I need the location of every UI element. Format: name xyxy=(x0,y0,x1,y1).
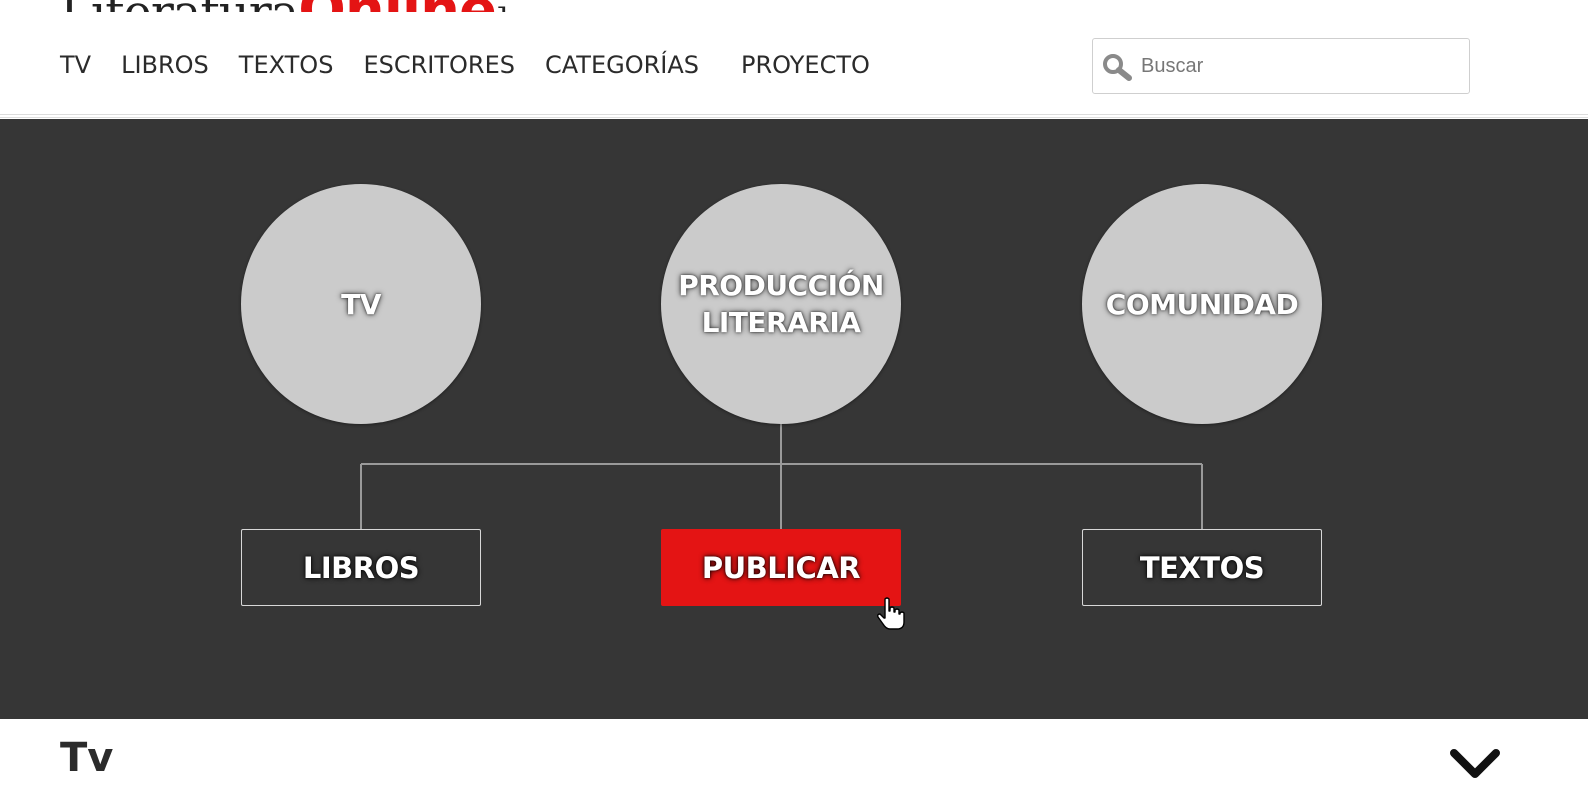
circle-produccion-label: PRODUCCIÓN LITERARIA xyxy=(678,267,884,341)
textos-button[interactable]: TEXTOS xyxy=(1082,529,1322,606)
publicar-button-label: PUBLICAR xyxy=(701,550,861,585)
circle-produccion-label-line1: PRODUCCIÓN xyxy=(678,269,884,302)
nav-item-categorias[interactable]: CATEGORÍAS xyxy=(545,51,699,79)
search-box xyxy=(1092,38,1470,94)
circle-comunidad-label: COMUNIDAD xyxy=(1105,287,1299,321)
nav-item-textos[interactable]: TEXTOS xyxy=(239,51,334,79)
section-title: Tv xyxy=(60,735,114,781)
libros-button[interactable]: LIBROS xyxy=(241,529,481,606)
libros-button-label: LIBROS xyxy=(302,550,420,585)
circle-comunidad[interactable]: COMUNIDAD xyxy=(1082,184,1322,424)
site-logo[interactable]: LiteraturaOnline] xyxy=(60,0,508,12)
circle-produccion-label-line2: LITERARIA xyxy=(701,306,861,339)
nav-item-escritores[interactable]: ESCRITORES xyxy=(363,51,515,79)
logo-mark: ] xyxy=(496,2,508,12)
nav-item-proyecto[interactable]: PROYECTO xyxy=(741,51,870,79)
nav-item-tv[interactable]: TV xyxy=(60,51,91,79)
main-nav: TV LIBROS TEXTOS ESCRITORES CATEGORÍAS P… xyxy=(60,51,900,79)
hero-section: TV PRODUCCIÓN LITERARIA COMUNIDAD LIBROS … xyxy=(0,119,1588,719)
logo-text-red: Online xyxy=(298,0,497,12)
logo-text-dark: Literatura xyxy=(60,0,299,12)
textos-button-label: TEXTOS xyxy=(1139,550,1265,585)
nav-item-libros[interactable]: LIBROS xyxy=(121,51,209,79)
hand-cursor-icon xyxy=(877,597,905,630)
search-icon[interactable] xyxy=(1101,52,1135,82)
publicar-button[interactable]: PUBLICAR xyxy=(661,529,901,606)
chevron-down-icon[interactable] xyxy=(1448,745,1502,783)
circle-tv[interactable]: TV xyxy=(241,184,481,424)
circle-produccion-literaria[interactable]: PRODUCCIÓN LITERARIA xyxy=(661,184,901,424)
circle-tv-label: TV xyxy=(341,287,381,321)
search-input[interactable] xyxy=(1141,47,1459,85)
header-divider xyxy=(0,114,1588,118)
